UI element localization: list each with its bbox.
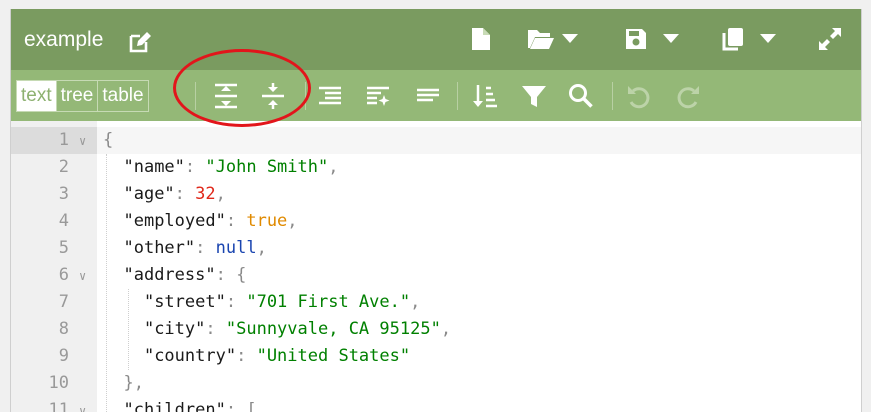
chevron-down-icon <box>561 32 579 50</box>
comma: , <box>410 292 421 312</box>
redo-icon[interactable] <box>674 82 702 110</box>
json-string: "Sunnyvale, CA 95125" <box>225 319 441 339</box>
toolbar-separator <box>305 82 306 110</box>
mode-tree-button[interactable]: tree <box>57 81 99 111</box>
json-editor: example text tree table 1 ∨ 2 3 4 5 6 ∨ … <box>10 9 862 412</box>
colon: : <box>215 265 226 285</box>
colon: : <box>184 157 196 177</box>
line-number: 7 <box>58 292 69 312</box>
bracket: [ <box>246 400 257 412</box>
code-line: "children": [ <box>103 397 451 412</box>
mode-table-button[interactable]: table <box>98 81 147 111</box>
mode-text-button[interactable]: text <box>17 81 57 111</box>
smart-format-icon[interactable] <box>364 82 392 110</box>
chevron-down-icon <box>662 32 680 50</box>
json-key: "street" <box>143 292 226 312</box>
json-string: "701 First Ave." <box>246 292 411 312</box>
colon: : <box>205 319 216 339</box>
code-content[interactable]: { "name": "John Smith", "age": 32, "empl… <box>103 127 451 412</box>
brace: { <box>236 265 247 285</box>
json-string: "John Smith" <box>205 157 329 177</box>
undo-icon[interactable] <box>625 82 653 110</box>
line-number: 8 <box>58 319 69 339</box>
json-key: "age" <box>123 184 175 204</box>
json-key: "employed" <box>123 211 226 231</box>
colon: : <box>225 292 237 312</box>
toolbar-separator <box>457 82 458 110</box>
fold-chevron-icon[interactable]: ∨ <box>79 397 86 412</box>
copy-icon <box>721 26 745 57</box>
menu-bar: example <box>11 9 861 70</box>
line-number: 1 <box>58 130 69 150</box>
document-title: example <box>24 28 104 51</box>
save-icon <box>624 27 648 56</box>
comma: , <box>328 157 339 177</box>
line-number: 3 <box>58 184 69 204</box>
new-document-button[interactable] <box>470 27 492 55</box>
code-line: "address": { <box>103 262 451 289</box>
sort-icon[interactable] <box>471 82 499 110</box>
open-folder-icon <box>527 27 555 56</box>
toolbar-separator <box>195 82 196 110</box>
json-key: "children" <box>123 400 226 412</box>
json-number: 32 <box>195 184 216 204</box>
collapse-all-icon[interactable] <box>259 82 287 110</box>
code-line: "street": "701 First Ave.", <box>103 289 451 316</box>
chevron-down-icon <box>759 32 777 50</box>
toolbar: text tree table <box>11 70 861 121</box>
toolbar-separator <box>612 82 613 110</box>
colon: : <box>195 238 206 258</box>
open-button[interactable] <box>527 27 579 55</box>
code-line: { <box>103 127 451 154</box>
format-icon[interactable] <box>316 82 344 110</box>
new-document-icon <box>470 26 492 57</box>
code-editor[interactable]: 1 ∨ 2 3 4 5 6 ∨ 7 8 9 10 11 ∨ { "name": … <box>11 121 861 412</box>
json-boolean: true <box>246 211 288 231</box>
code-line: "name": "John Smith", <box>103 154 451 181</box>
fullscreen-icon <box>817 26 843 57</box>
save-button[interactable] <box>624 27 680 55</box>
json-key: "other" <box>123 238 196 258</box>
filter-icon[interactable] <box>520 82 548 110</box>
line-number: 4 <box>58 211 69 231</box>
copy-button[interactable] <box>721 27 777 55</box>
line-number: 2 <box>58 157 69 177</box>
brace: { <box>103 130 114 150</box>
comma: , <box>215 184 226 204</box>
line-number: 11 <box>48 400 69 412</box>
colon: : <box>174 184 185 204</box>
mode-switcher: text tree table <box>16 80 149 112</box>
expand-all-icon[interactable] <box>212 82 240 110</box>
json-key: "country" <box>143 346 237 366</box>
code-line: }, <box>103 370 451 397</box>
line-number: 10 <box>48 373 69 393</box>
json-key: "city" <box>143 319 206 339</box>
colon: : <box>225 211 237 231</box>
code-line: "city": "Sunnyvale, CA 95125", <box>103 316 451 343</box>
code-line: "employed": true, <box>103 208 451 235</box>
json-key: "address" <box>123 265 216 285</box>
compact-icon[interactable] <box>414 82 442 110</box>
fold-chevron-icon[interactable]: ∨ <box>79 262 86 289</box>
code-line: "age": 32, <box>103 181 451 208</box>
fold-chevron-icon[interactable]: ∨ <box>79 127 86 154</box>
line-number: 6 <box>58 265 69 285</box>
comma: , <box>256 238 267 258</box>
code-line: "other": null, <box>103 235 451 262</box>
search-icon[interactable] <box>567 82 595 110</box>
line-number-gutter: 1 ∨ 2 3 4 5 6 ∨ 7 8 9 10 11 ∨ <box>11 121 97 412</box>
line-number: 9 <box>58 346 69 366</box>
edit-icon[interactable] <box>127 29 153 55</box>
fullscreen-button[interactable] <box>817 27 843 55</box>
json-string: "United States" <box>256 346 411 366</box>
colon: : <box>236 346 247 366</box>
json-null: null <box>215 238 257 258</box>
colon: : <box>225 400 237 412</box>
comma: , <box>287 211 298 231</box>
json-key: "name" <box>123 157 185 177</box>
brace: }, <box>123 373 144 393</box>
comma: , <box>440 319 452 339</box>
line-number: 5 <box>58 238 69 258</box>
code-line: "country": "United States" <box>103 343 451 370</box>
